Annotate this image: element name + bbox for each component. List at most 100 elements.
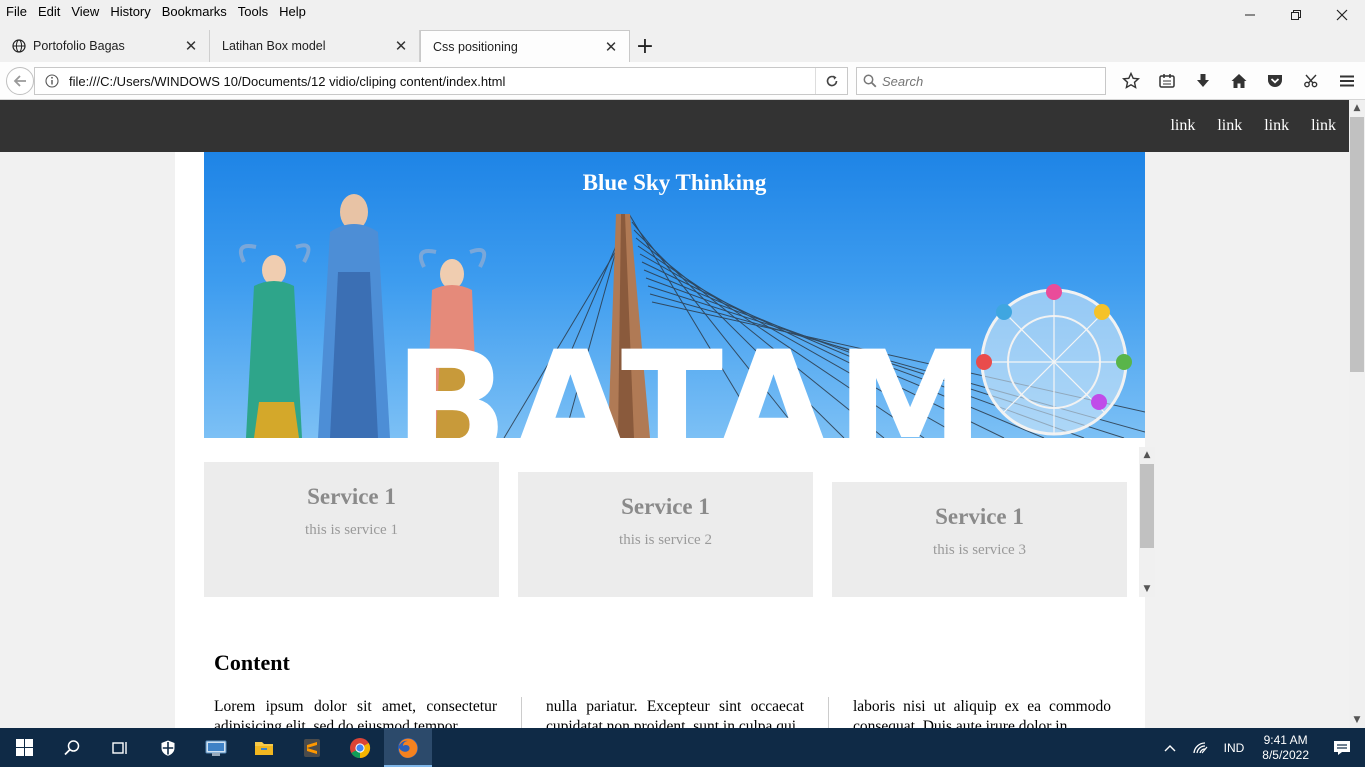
- language-indicator[interactable]: IND: [1216, 741, 1253, 755]
- reading-list-icon[interactable]: [1149, 67, 1185, 95]
- restore-icon: [1291, 10, 1301, 20]
- control-panel-icon: [205, 740, 227, 756]
- taskbar-file-explorer-app[interactable]: [240, 728, 288, 767]
- clock[interactable]: 9:41 AM 8/5/2022: [1252, 733, 1319, 763]
- content-heading: Content: [214, 650, 290, 675]
- tab-portofolio[interactable]: Portofolio Bagas ✕: [0, 30, 210, 62]
- toolbar-icons: [1113, 67, 1365, 95]
- menu-view[interactable]: View: [71, 4, 99, 19]
- content-column-2: nulla pariatur. Excepteur sint occaecat …: [521, 697, 828, 728]
- nav-link-3[interactable]: link: [1264, 117, 1289, 135]
- url-bar[interactable]: file:///C:/Users/WINDOWS 10/Documents/12…: [34, 67, 848, 95]
- back-arrow-icon: [13, 74, 26, 87]
- system-tray: IND 9:41 AM 8/5/2022: [1156, 728, 1365, 767]
- tab-bar: Portofolio Bagas ✕ Latihan Box model ✕ C…: [0, 30, 1365, 62]
- firefox-icon: [398, 737, 418, 758]
- scroll-up-arrow-icon[interactable]: ▲: [1139, 447, 1155, 463]
- network-icon[interactable]: [1184, 741, 1216, 755]
- menu-history[interactable]: History: [110, 4, 150, 19]
- service-card-1: Service 1 this is service 1: [204, 462, 499, 597]
- menu-tools[interactable]: Tools: [238, 4, 268, 19]
- pocket-icon[interactable]: [1257, 67, 1293, 95]
- scroll-down-arrow-icon[interactable]: ▼: [1349, 712, 1365, 728]
- menu-bookmarks[interactable]: Bookmarks: [162, 4, 227, 19]
- nav-link-4[interactable]: link: [1311, 117, 1336, 135]
- services-scrollbar[interactable]: ▲ ▼: [1139, 447, 1155, 597]
- clock-date: 8/5/2022: [1262, 747, 1309, 762]
- sublime-text-icon: [304, 738, 320, 757]
- scrollbar-thumb[interactable]: [1140, 464, 1154, 548]
- restore-button[interactable]: [1273, 0, 1319, 30]
- minimize-icon: [1245, 14, 1255, 16]
- task-view-icon: [112, 741, 127, 754]
- nav-link-1[interactable]: link: [1170, 117, 1195, 135]
- folder-icon: [255, 741, 273, 755]
- chrome-icon: [350, 737, 371, 758]
- menu-bar: File Edit View History Bookmarks Tools H…: [0, 0, 1365, 22]
- scroll-down-arrow-icon[interactable]: ▼: [1139, 581, 1155, 597]
- service-card-2: Service 1 this is service 2: [518, 472, 813, 597]
- info-icon[interactable]: [41, 74, 63, 88]
- taskbar: IND 9:41 AM 8/5/2022: [0, 728, 1365, 767]
- url-text[interactable]: file:///C:/Users/WINDOWS 10/Documents/12…: [63, 74, 815, 89]
- navigation-bar: file:///C:/Users/WINDOWS 10/Documents/12…: [0, 62, 1365, 100]
- service-description: this is service 2: [619, 532, 712, 548]
- close-window-button[interactable]: [1319, 0, 1365, 30]
- services-section[interactable]: Service 1 this is service 1 Service 1 th…: [204, 447, 1155, 597]
- scrollbar-thumb[interactable]: [1350, 117, 1364, 372]
- tab-title: Css positioning: [433, 39, 518, 54]
- tab-latihan-box-model[interactable]: Latihan Box model ✕: [210, 30, 420, 62]
- nav-link-2[interactable]: link: [1217, 117, 1242, 135]
- content-column-3: laboris nisi ut aliquip ex ea commodo co…: [828, 697, 1135, 728]
- tab-title: Portofolio Bagas: [33, 39, 125, 53]
- service-title: Service 1: [935, 504, 1024, 529]
- notifications-icon[interactable]: [1319, 740, 1365, 756]
- search-input[interactable]: [882, 73, 1102, 89]
- hamburger-menu-icon[interactable]: [1329, 67, 1365, 95]
- taskbar-firefox-app[interactable]: [384, 728, 432, 767]
- service-card-3: Service 1 this is service 3: [832, 482, 1127, 597]
- shield-icon: [161, 740, 175, 756]
- page-viewport: link link link link BATAM Blue Sky Think…: [0, 100, 1349, 728]
- content-columns: Lorem ipsum dolor sit amet, consectetur …: [214, 697, 1135, 728]
- start-button[interactable]: [0, 728, 48, 767]
- hero-title: Blue Sky Thinking: [582, 170, 767, 195]
- hero-banner: BATAM Blue Sky Thinking: [204, 152, 1145, 438]
- taskbar-search-button[interactable]: [48, 728, 96, 767]
- reload-icon: [826, 75, 837, 87]
- service-description: this is service 3: [933, 542, 1026, 558]
- taskbar-control-panel-app[interactable]: [192, 728, 240, 767]
- search-icon: [64, 739, 80, 755]
- screenshot-icon[interactable]: [1293, 67, 1329, 95]
- menu-edit[interactable]: Edit: [38, 4, 60, 19]
- search-bar[interactable]: [856, 67, 1106, 95]
- home-icon[interactable]: [1221, 67, 1257, 95]
- task-view-button[interactable]: [96, 728, 144, 767]
- menu-file[interactable]: File: [6, 4, 27, 19]
- tab-close-button[interactable]: ✕: [183, 38, 199, 55]
- taskbar-sublime-app[interactable]: [288, 728, 336, 767]
- service-title: Service 1: [307, 484, 396, 509]
- tab-close-button[interactable]: ✕: [393, 38, 409, 55]
- back-button[interactable]: [6, 66, 34, 95]
- service-title: Service 1: [621, 494, 710, 519]
- plus-icon: +: [635, 33, 655, 59]
- windows-logo-icon: [15, 739, 33, 756]
- tab-close-button[interactable]: ✕: [603, 39, 619, 56]
- minimize-button[interactable]: [1227, 0, 1273, 30]
- page-scrollbar[interactable]: ▲ ▼: [1349, 100, 1365, 728]
- download-icon[interactable]: [1185, 67, 1221, 95]
- new-tab-button[interactable]: +: [630, 30, 660, 62]
- tab-title: Latihan Box model: [222, 39, 326, 53]
- site-nav: link link link link: [0, 100, 1349, 152]
- scroll-up-arrow-icon[interactable]: ▲: [1349, 100, 1365, 116]
- taskbar-chrome-app[interactable]: [336, 728, 384, 767]
- reload-button[interactable]: [815, 68, 847, 94]
- bookmark-star-icon[interactable]: [1113, 67, 1149, 95]
- chevron-up-icon[interactable]: [1156, 743, 1184, 753]
- hero-image-text: BATAM: [394, 320, 989, 438]
- tab-css-positioning[interactable]: Css positioning ✕: [420, 30, 630, 62]
- menu-help[interactable]: Help: [279, 4, 306, 19]
- taskbar-defender-app[interactable]: [144, 728, 192, 767]
- close-icon: [1336, 9, 1348, 21]
